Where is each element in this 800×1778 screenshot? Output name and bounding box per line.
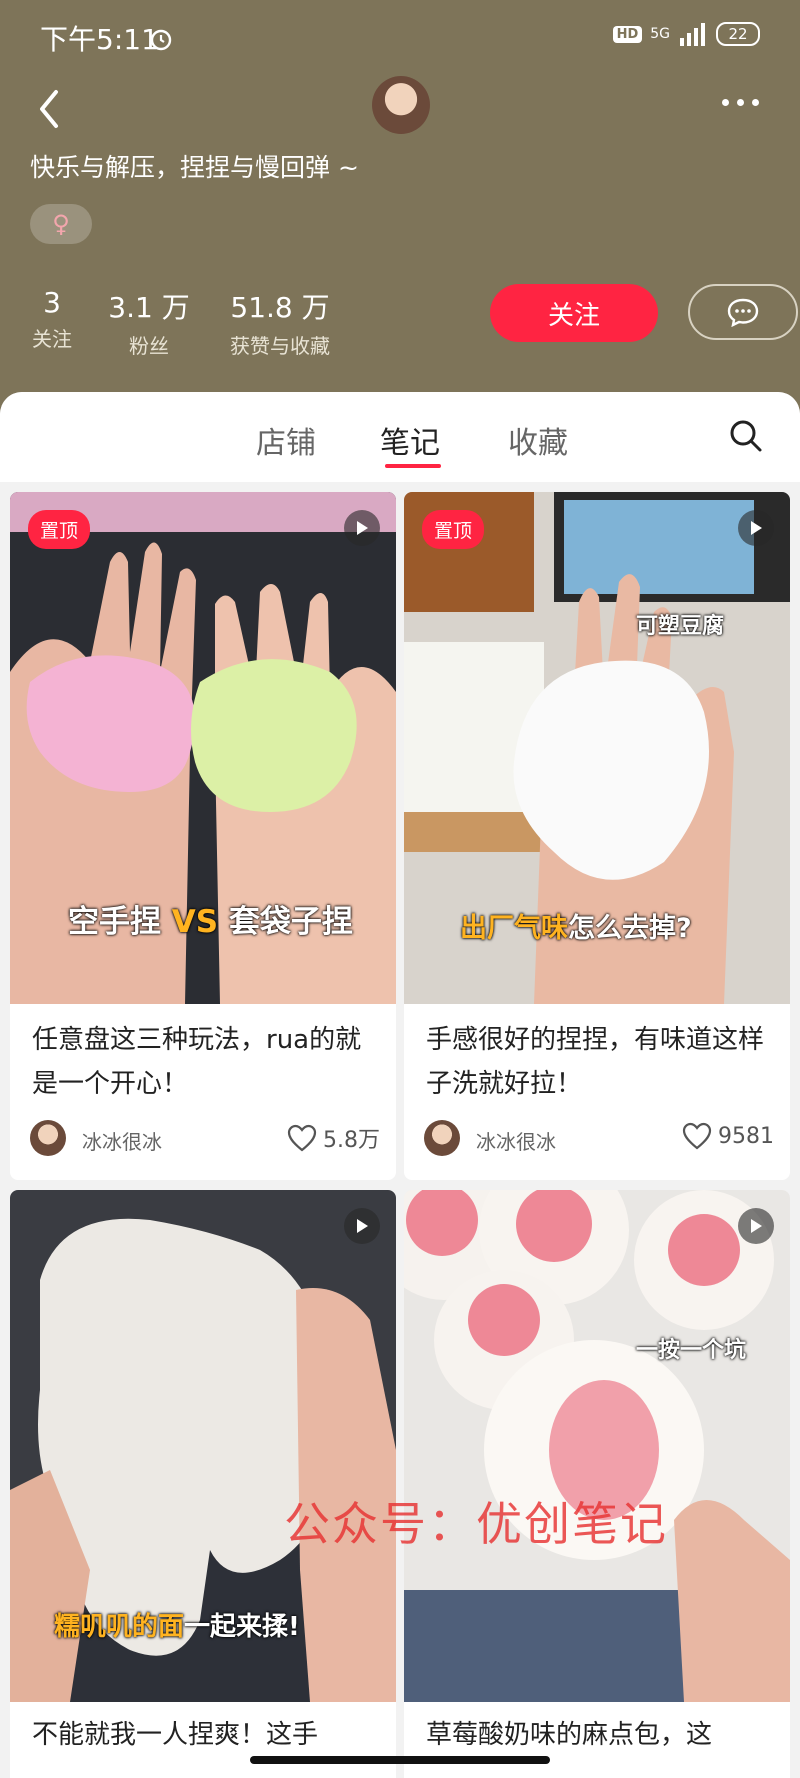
author-name[interactable]: 冰冰很冰 <box>82 1126 162 1155</box>
note-card[interactable]: 置顶 空手捏 VS 套袋子捏 任意盘这三种玩法，rua的就是一个开心！ 冰冰很冰… <box>10 492 396 1180</box>
nav-row <box>0 70 800 150</box>
status-time: 下午5:11 <box>40 23 159 56</box>
avatar[interactable] <box>372 76 430 134</box>
stat-value: 51.8 万 <box>230 291 330 324</box>
cover-caption-top: 一按一个坑 <box>636 1338 747 1363</box>
like-button[interactable]: 9581 <box>682 1122 774 1150</box>
video-play-icon <box>738 1208 774 1244</box>
note-title[interactable]: 任意盘这三种玩法，rua的就是一个开心！ <box>32 1018 376 1106</box>
alarm-icon <box>150 29 172 51</box>
video-play-icon <box>738 510 774 546</box>
heart-icon <box>682 1122 712 1150</box>
notes-panel: 店铺 笔记 收藏 置顶 空手捏 VS 套袋子捏 任意盘这三种玩法，rua的就是一… <box>0 392 800 1778</box>
chat-icon <box>727 298 759 327</box>
stat-following[interactable]: 3 关注 <box>30 286 74 352</box>
cover-caption-top: 可塑豆腐 <box>636 614 725 639</box>
video-play-icon <box>344 510 380 546</box>
author-avatar[interactable] <box>424 1120 460 1156</box>
tab-notes[interactable]: 笔记 <box>380 418 440 462</box>
cover-caption: 糯叽叽的面一起来揉! <box>54 1606 300 1643</box>
note-cover-art <box>404 1190 790 1702</box>
search-icon[interactable] <box>728 418 764 454</box>
stat-label: 获赞与收藏 <box>230 334 330 358</box>
home-indicator[interactable] <box>250 1756 550 1764</box>
tab-collections[interactable]: 收藏 <box>508 418 568 462</box>
status-right: HD 5G 22 <box>612 22 760 46</box>
stat-value: 3.1 万 <box>108 291 190 324</box>
note-title[interactable]: 草莓酸奶味的麻点包，这 <box>426 1714 712 1751</box>
signal-icon <box>680 23 705 46</box>
chat-button[interactable] <box>688 284 798 340</box>
note-title[interactable]: 不能就我一人捏爽！这手 <box>32 1714 318 1751</box>
note-cover[interactable]: 一按一个坑 <box>404 1190 790 1702</box>
cover-caption-part: 怎么去掉? <box>568 913 692 944</box>
pinned-badge: 置顶 <box>28 510 91 549</box>
battery-icon: 22 <box>716 22 760 46</box>
note-cover[interactable]: 置顶 空手捏 VS 套袋子捏 <box>10 492 396 1004</box>
tab-active-indicator <box>385 464 441 468</box>
cover-caption-part: 空手捏 <box>68 904 172 940</box>
pinned-badge: 置顶 <box>422 510 485 549</box>
stat-followers[interactable]: 3.1 万 粉丝 <box>106 286 192 359</box>
author-name[interactable]: 冰冰很冰 <box>476 1126 556 1155</box>
stat-value: 3 <box>43 286 61 319</box>
hd-badge: HD <box>612 25 643 43</box>
tabs-bar: 店铺 笔记 收藏 <box>0 392 800 482</box>
cover-caption-part: 套袋子捏 <box>218 904 353 940</box>
status-bar: 下午5:11 HD 5G 22 <box>0 0 800 70</box>
heart-icon <box>287 1124 317 1152</box>
cover-caption-highlight: 糯叽叽的面 <box>54 1612 185 1642</box>
cover-caption-highlight: VS <box>171 904 219 940</box>
tab-store[interactable]: 店铺 <box>256 418 316 462</box>
more-icon[interactable] <box>722 92 766 112</box>
cover-caption: 空手捏 VS 套袋子捏 <box>68 896 353 941</box>
note-card[interactable]: 一按一个坑 草莓酸奶味的麻点包，这 <box>404 1190 790 1778</box>
stat-label: 粉丝 <box>129 334 169 358</box>
cover-caption: 出厂气味怎么去掉? <box>460 906 692 945</box>
note-card[interactable]: 糯叽叽的面一起来揉! 不能就我一人捏爽！这手 <box>10 1190 396 1778</box>
profile-bio: 快乐与解压，捏捏与慢回弹 ~ <box>30 153 359 182</box>
note-card[interactable]: 置顶 可塑豆腐 出厂气味怎么去掉? 手感很好的捏捏，有味道这样子洗就好拉！ 冰冰… <box>404 492 790 1180</box>
network-label: 5G <box>650 26 670 42</box>
note-footer: 冰冰很冰 5.8万 <box>30 1120 380 1160</box>
cover-caption-part: 一起来揉! <box>184 1612 300 1642</box>
note-title[interactable]: 手感很好的捏捏，有味道这样子洗就好拉！ <box>426 1018 770 1106</box>
like-button[interactable]: 5.8万 <box>287 1122 380 1154</box>
profile-header: 下午5:11 HD 5G 22 快乐与解压，捏捏与慢回弹 ~ ♀ 3 关注 3.… <box>0 0 800 420</box>
like-count: 9581 <box>718 1123 774 1149</box>
watermark-text: 公众号：优创笔记 <box>284 1497 668 1551</box>
stat-likes[interactable]: 51.8 万 获赞与收藏 <box>222 286 338 359</box>
gender-tag: ♀ <box>30 204 92 244</box>
video-play-icon <box>344 1208 380 1244</box>
back-icon[interactable] <box>30 84 70 134</box>
author-avatar[interactable] <box>30 1120 66 1156</box>
note-cover[interactable]: 糯叽叽的面一起来揉! <box>10 1190 396 1702</box>
note-cover[interactable]: 置顶 可塑豆腐 出厂气味怎么去掉? <box>404 492 790 1004</box>
like-count: 5.8万 <box>323 1128 380 1153</box>
stat-label: 关注 <box>32 327 72 351</box>
note-footer: 冰冰很冰 9581 <box>424 1120 774 1160</box>
follow-button[interactable]: 关注 <box>490 284 658 342</box>
cover-caption-highlight: 出厂气味 <box>460 913 568 944</box>
